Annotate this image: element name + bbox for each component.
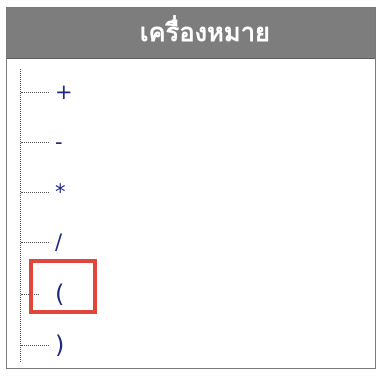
tree-item-close-paren[interactable]: ) <box>7 325 207 365</box>
symbol-tree: + - * / ( ) <box>7 59 375 368</box>
tree-connector-line <box>21 345 49 346</box>
symbols-panel: เครื่องหมาย + - * / ( ) <box>6 7 376 369</box>
tree-connector-line <box>21 242 49 243</box>
tree-item-label[interactable]: ( <box>55 274 64 314</box>
tree-item-multiply[interactable]: * <box>7 172 207 212</box>
tree-item-divide[interactable]: / <box>7 222 207 262</box>
tree-item-label[interactable]: + <box>55 72 73 112</box>
panel-header: เครื่องหมาย <box>7 8 375 59</box>
panel-title: เครื่องหมาย <box>139 18 271 47</box>
tree-item-label[interactable]: - <box>55 122 63 162</box>
tree-item-open-paren[interactable]: ( <box>7 274 207 314</box>
tree-item-label[interactable]: / <box>55 222 62 262</box>
tree-spine-line <box>20 69 21 362</box>
tree-connector-line <box>21 92 49 93</box>
tree-item-minus[interactable]: - <box>7 122 207 162</box>
tree-connector-line <box>21 142 49 143</box>
tree-connector-line <box>21 192 49 193</box>
tree-item-label[interactable]: ) <box>55 325 64 365</box>
tree-item-label[interactable]: * <box>55 172 66 212</box>
tree-item-plus[interactable]: + <box>7 72 207 112</box>
tree-connector-line <box>21 294 39 295</box>
